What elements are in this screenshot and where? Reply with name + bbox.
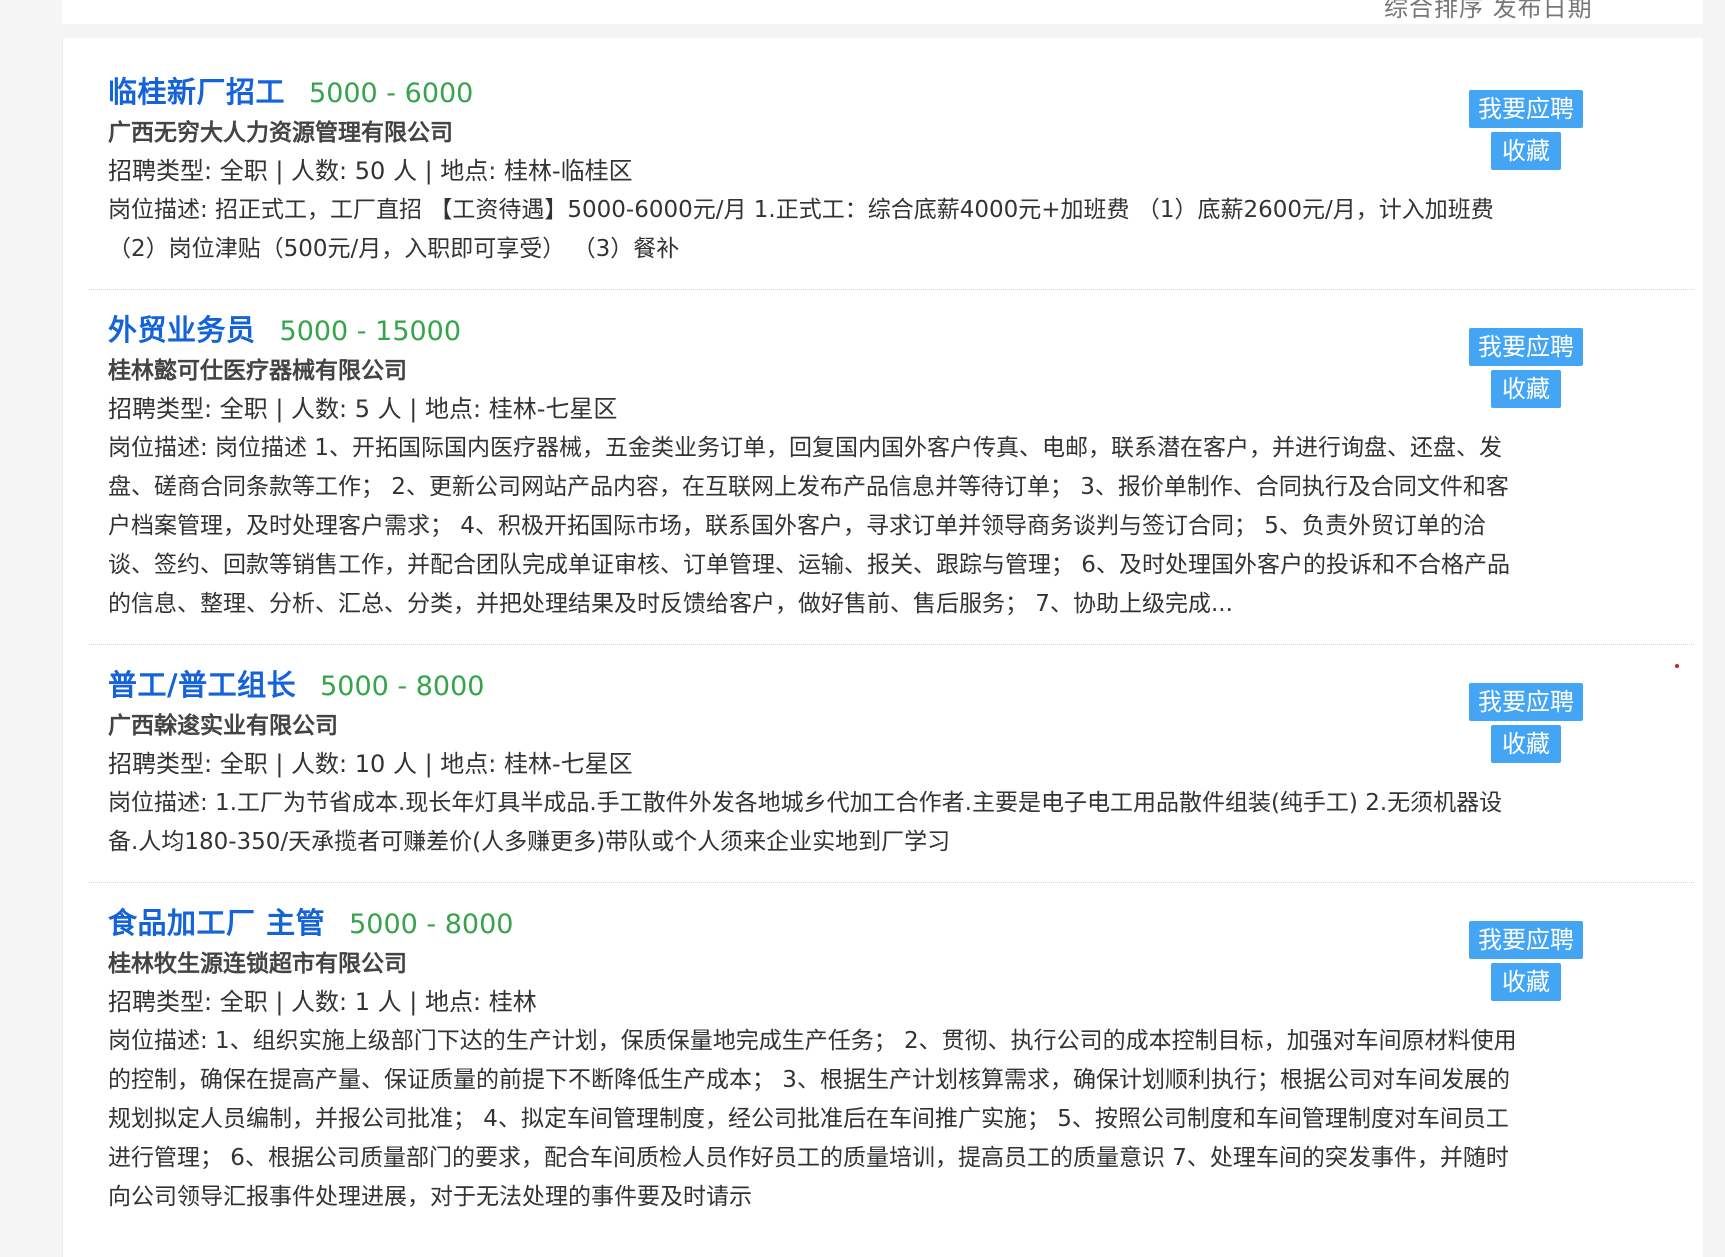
company-name[interactable]: 广西榦逡实业有限公司 — [108, 707, 1504, 745]
job-title-link[interactable]: 外贸业务员 — [108, 310, 256, 350]
top-sort-strip: 综合排序 发布日期 — [62, 0, 1725, 24]
job-description: 岗位描述: 1、组织实施上级部门下达的生产计划，保质保量地完成生产任务； 2、贯… — [108, 1028, 1517, 1210]
job-description: 岗位描述: 1.工厂为节省成本.现长年灯具半成品.手工散件外发各地城乡代加工合作… — [108, 790, 1503, 855]
apply-button[interactable]: 我要应聘 — [1469, 921, 1583, 959]
company-name[interactable]: 广西无穷大人力资源管理有限公司 — [108, 114, 1504, 152]
salary-range: 5000 - 6000 — [309, 78, 474, 109]
job-actions: 我要应聘 收藏 — [1466, 921, 1586, 1001]
company-name[interactable]: 桂林牧生源连锁超市有限公司 — [108, 945, 1504, 983]
salary-range: 5000 - 8000 — [349, 909, 514, 940]
favorite-button[interactable]: 收藏 — [1491, 725, 1561, 763]
job-list: 临桂新厂招工 5000 - 6000 广西无穷大人力资源管理有限公司 招聘类型:… — [89, 52, 1694, 1237]
job-meta: 招聘类型: 全职 | 人数: 10 人 | 地点: 桂林-七星区 — [108, 750, 633, 778]
small-red-mark — [1675, 664, 1679, 668]
job-title-link[interactable]: 临桂新厂招工 — [108, 72, 285, 112]
job-description: 岗位描述: 招正式工，工厂直招 【工资待遇】5000-6000元/月 1.正式工… — [108, 197, 1494, 262]
job-actions: 我要应聘 收藏 — [1466, 328, 1586, 408]
sort-options-partial[interactable]: 综合排序 发布日期 — [1384, 0, 1593, 23]
job-meta: 招聘类型: 全职 | 人数: 1 人 | 地点: 桂林 — [108, 988, 537, 1016]
left-gutter — [0, 0, 62, 1257]
job-title-row: 外贸业务员 5000 - 15000 — [108, 310, 1504, 352]
apply-button[interactable]: 我要应聘 — [1469, 683, 1583, 721]
apply-button[interactable]: 我要应聘 — [1469, 90, 1583, 128]
page-shell: 综合排序 发布日期 临桂新厂招工 5000 - 6000 广西无穷大人力资源管理… — [0, 0, 1725, 1257]
company-name[interactable]: 桂林懿可仕医疗器械有限公司 — [108, 352, 1504, 390]
favorite-button[interactable]: 收藏 — [1491, 132, 1561, 170]
job-actions: 我要应聘 收藏 — [1466, 683, 1586, 763]
job-title-link[interactable]: 食品加工厂 主管 — [108, 903, 325, 943]
apply-button[interactable]: 我要应聘 — [1469, 328, 1583, 366]
job-card: 临桂新厂招工 5000 - 6000 广西无穷大人力资源管理有限公司 招聘类型:… — [89, 52, 1694, 290]
job-title-row: 普工/普工组长 5000 - 8000 — [108, 665, 1504, 707]
job-card: 食品加工厂 主管 5000 - 8000 桂林牧生源连锁超市有限公司 招聘类型:… — [89, 883, 1694, 1237]
job-card: 外贸业务员 5000 - 15000 桂林懿可仕医疗器械有限公司 招聘类型: 全… — [89, 290, 1694, 645]
favorite-button[interactable]: 收藏 — [1491, 370, 1561, 408]
job-actions: 我要应聘 收藏 — [1466, 90, 1586, 170]
job-title-row: 临桂新厂招工 5000 - 6000 — [108, 72, 1504, 114]
salary-range: 5000 - 15000 — [279, 316, 462, 347]
job-title-row: 食品加工厂 主管 5000 - 8000 — [108, 903, 1504, 945]
job-meta: 招聘类型: 全职 | 人数: 50 人 | 地点: 桂林-临桂区 — [108, 157, 633, 185]
job-description: 岗位描述: 岗位描述 1、开拓国际国内医疗器械，五金类业务订单，回复国内国外客户… — [108, 435, 1510, 617]
job-meta: 招聘类型: 全职 | 人数: 5 人 | 地点: 桂林-七星区 — [108, 395, 618, 423]
salary-range: 5000 - 8000 — [320, 671, 485, 702]
favorite-button[interactable]: 收藏 — [1491, 963, 1561, 1001]
right-rail — [1703, 0, 1725, 1257]
job-title-link[interactable]: 普工/普工组长 — [108, 665, 296, 705]
job-card: 普工/普工组长 5000 - 8000 广西榦逡实业有限公司 招聘类型: 全职 … — [89, 645, 1694, 883]
